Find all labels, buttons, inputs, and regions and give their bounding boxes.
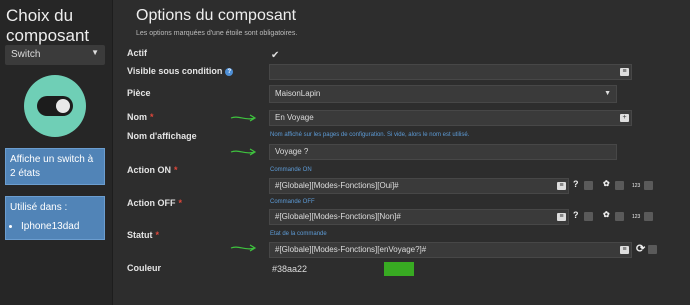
green-arrow-icon xyxy=(230,148,257,156)
list-icon[interactable]: ≡ xyxy=(620,246,629,254)
statut-checkbox[interactable] xyxy=(648,245,657,254)
list-icon[interactable]: ≡ xyxy=(557,182,566,190)
visible-label: Visible sous condition? xyxy=(127,66,234,76)
action-on-input[interactable]: #[Globale][Modes-Fonctions][Oui]# ≡ xyxy=(269,178,569,194)
code-badge: 123 xyxy=(632,183,641,189)
component-type-select[interactable]: Switch ▼ xyxy=(5,45,105,65)
question-icon[interactable]: ? xyxy=(573,210,579,220)
list-icon[interactable]: ≡ xyxy=(620,68,629,76)
chevron-down-icon: ▼ xyxy=(604,90,611,97)
action-on-option-checkbox[interactable] xyxy=(615,181,624,190)
action-on-hint: Commande ON xyxy=(270,167,312,173)
green-arrow-icon xyxy=(230,114,257,122)
page-title: Options du composant xyxy=(136,7,297,24)
green-arrow-icon xyxy=(230,244,257,252)
piece-select[interactable]: MaisonLapin ▼ xyxy=(269,85,617,103)
action-off-hint: Commande OFF xyxy=(270,199,315,205)
help-icon[interactable]: ? xyxy=(225,68,234,76)
sidebar: Choix du composant Switch ▼ Affiche un s… xyxy=(0,0,113,305)
action-on-label: Action ON * xyxy=(127,165,178,175)
plus-icon[interactable]: + xyxy=(620,114,629,122)
color-swatch[interactable] xyxy=(384,262,414,276)
statut-label: Statut * xyxy=(127,230,160,240)
component-type-value: Switch xyxy=(11,49,41,60)
switch-preview xyxy=(24,75,86,137)
used-in-label: Utilisé dans : xyxy=(10,202,68,213)
couleur-value[interactable]: #38aa22 xyxy=(272,264,307,274)
toggle-icon xyxy=(37,96,73,116)
sidebar-title: Choix du composant xyxy=(6,6,90,45)
nom-affichage-hint: Nom affiché sur les pages de configurati… xyxy=(270,132,470,138)
question-icon[interactable]: ? xyxy=(573,179,579,189)
nom-label: Nom * xyxy=(127,112,154,122)
action-off-input[interactable]: #[Globale][Modes-Fonctions][Non]# ≡ xyxy=(269,209,569,225)
used-in-box: Utilisé dans : Iphone13dad xyxy=(5,196,105,240)
piece-label: Pièce xyxy=(127,88,151,98)
page-subtitle: Les options marquées d'une étoile sont o… xyxy=(136,30,298,37)
action-off-code-checkbox[interactable] xyxy=(644,212,653,221)
actif-label: Actif xyxy=(127,48,147,58)
nom-input[interactable]: En Voyage + xyxy=(269,110,632,126)
action-off-checkbox[interactable] xyxy=(584,212,593,221)
refresh-icon[interactable]: ⟳ xyxy=(636,242,645,255)
palette-icon[interactable]: ✿ xyxy=(603,179,610,188)
action-on-checkbox[interactable] xyxy=(584,181,593,190)
list-icon[interactable]: ≡ xyxy=(557,213,566,221)
visible-condition-input[interactable]: ≡ xyxy=(269,64,632,80)
couleur-label: Couleur xyxy=(127,263,162,273)
main-panel: Options du composant Les options marquée… xyxy=(114,0,690,305)
nom-affichage-input[interactable]: Voyage ? xyxy=(269,144,617,160)
action-on-code-checkbox[interactable] xyxy=(644,181,653,190)
code-badge: 123 xyxy=(632,214,641,220)
description-box: Affiche un switch à 2 états xyxy=(5,148,105,185)
statut-hint: Etat de la commande xyxy=(270,231,327,237)
nom-affichage-label: Nom d'affichage xyxy=(127,131,197,141)
chevron-down-icon: ▼ xyxy=(91,48,99,57)
action-off-label: Action OFF * xyxy=(127,198,183,208)
actif-checkbox[interactable]: ✔ xyxy=(271,50,279,61)
palette-icon[interactable]: ✿ xyxy=(603,210,610,219)
statut-input[interactable]: #[Globale][Modes-Fonctions][enVoyage?]# … xyxy=(269,242,632,258)
action-off-option-checkbox[interactable] xyxy=(615,212,624,221)
used-in-item[interactable]: Iphone13dad xyxy=(21,220,100,234)
